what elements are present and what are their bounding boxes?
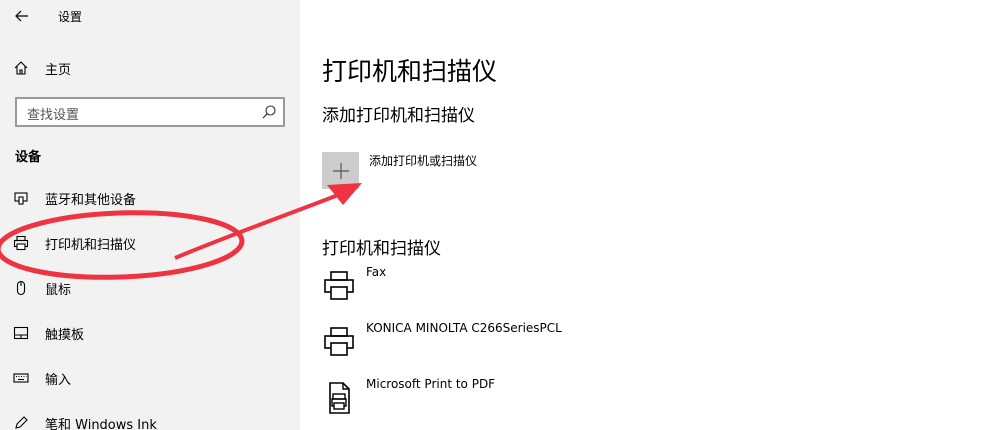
printer-icon — [324, 327, 354, 356]
add-printer-button[interactable] — [322, 152, 359, 189]
touchpad-icon — [12, 324, 30, 342]
sidebar-item-label: 蓝牙和其他设备 — [45, 192, 137, 208]
home-icon — [12, 59, 30, 77]
plus-icon — [332, 162, 349, 179]
section-heading: 设备 — [15, 150, 42, 165]
sidebar-item-label: 触摸板 — [45, 327, 85, 343]
sidebar-item-pen[interactable]: 笔和 Windows Ink — [0, 405, 300, 430]
printer-name: KONICA MINOLTA C266SeriesPCL — [366, 321, 562, 335]
sidebar-item-label: 鼠标 — [45, 282, 72, 298]
printer-item-fax[interactable]: Fax — [322, 265, 922, 305]
printer-name: Microsoft Print to PDF — [366, 377, 496, 391]
printer-item-pdf[interactable]: Microsoft Print to PDF — [322, 377, 922, 417]
main-content: 打印机和扫描仪 添加打印机和扫描仪 添加打印机或扫描仪 打印机和扫描仪 Fax … — [300, 0, 1000, 430]
sidebar-item-label: 输入 — [45, 372, 72, 388]
sidebar-item-printers[interactable]: 打印机和扫描仪 — [0, 225, 300, 261]
sidebar-item-label: 打印机和扫描仪 — [45, 237, 137, 253]
printer-name: Fax — [366, 265, 387, 279]
bluetooth-devices-icon — [12, 189, 30, 207]
mouse-icon — [12, 279, 30, 297]
sidebar-item-touchpad[interactable]: 触摸板 — [0, 315, 300, 351]
sidebar-item-mouse[interactable]: 鼠标 — [0, 270, 300, 306]
pen-icon — [12, 414, 30, 430]
sidebar-item-label: 笔和 Windows Ink — [45, 417, 157, 430]
keyboard-icon — [12, 369, 30, 387]
sidebar: 设置 主页 查找设置 设备 蓝牙和其他设备 打印机和扫描仪 鼠标 触摸板 输入 … — [0, 0, 300, 430]
printer-icon — [12, 234, 30, 252]
app-title: 设置 — [58, 10, 83, 24]
pdf-printer-icon — [329, 382, 350, 414]
search-placeholder: 查找设置 — [27, 108, 80, 123]
back-button[interactable] — [8, 4, 36, 28]
search-icon[interactable] — [261, 104, 277, 120]
add-printer-label[interactable]: 添加打印机或扫描仪 — [369, 152, 477, 169]
sidebar-item-bluetooth[interactable]: 蓝牙和其他设备 — [0, 180, 300, 216]
add-section-heading: 添加打印机和扫描仪 — [322, 106, 475, 126]
search-input[interactable]: 查找设置 — [15, 97, 285, 127]
sidebar-item-typing[interactable]: 输入 — [0, 360, 300, 396]
printer-icon — [324, 271, 354, 300]
title-bar: 设置 — [0, 0, 300, 32]
back-arrow-icon — [15, 10, 28, 22]
printers-list-heading: 打印机和扫描仪 — [322, 239, 441, 259]
sidebar-item-home[interactable]: 主页 — [0, 50, 300, 86]
page-title: 打印机和扫描仪 — [322, 57, 498, 86]
printer-item-konica[interactable]: KONICA MINOLTA C266SeriesPCL — [322, 321, 922, 361]
sidebar-item-label: 主页 — [45, 62, 72, 78]
